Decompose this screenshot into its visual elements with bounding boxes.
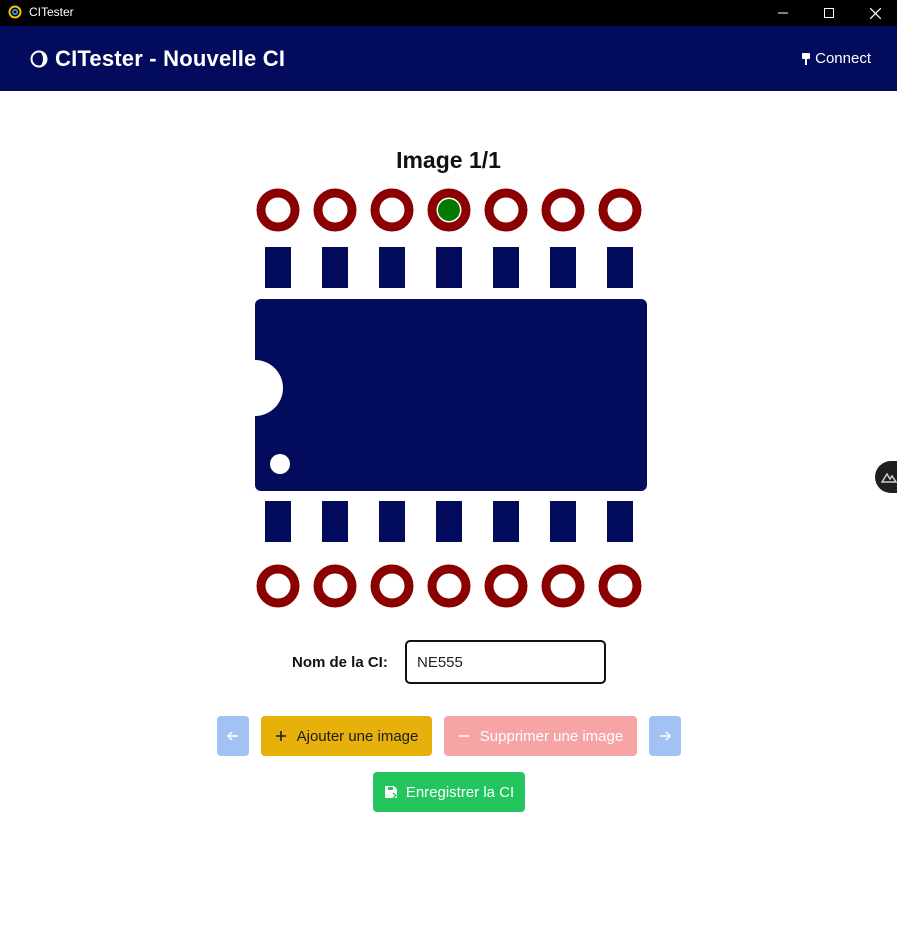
top-pin-pad-1[interactable] bbox=[256, 188, 300, 232]
close-button[interactable] bbox=[852, 0, 897, 26]
app-title: CITester - Nouvelle CI bbox=[55, 46, 286, 71]
delete-image-button[interactable]: Supprimer une image bbox=[444, 716, 637, 756]
next-image-button[interactable] bbox=[649, 716, 681, 756]
delete-image-label: Supprimer une image bbox=[479, 727, 624, 745]
top-pin-leg-3 bbox=[379, 247, 405, 288]
ic-chip-diagram bbox=[250, 188, 647, 608]
window-titlebar: CITester bbox=[0, 0, 897, 26]
selected-pin-marker bbox=[438, 199, 460, 221]
devtools-handle[interactable] bbox=[875, 461, 897, 493]
add-image-label: Ajouter une image bbox=[296, 727, 419, 745]
bottom-pin-leg-4 bbox=[436, 501, 462, 542]
app-header: CITester - Nouvelle CI Connect bbox=[0, 26, 897, 91]
save-ic-button[interactable]: Enregistrer la CI bbox=[373, 772, 525, 812]
image-counter-title: Image 1/1 bbox=[396, 147, 501, 173]
minimize-icon bbox=[778, 12, 788, 14]
bottom-pin-pad-6[interactable] bbox=[541, 564, 585, 608]
mountain-icon bbox=[881, 472, 897, 483]
bottom-pin-pad-4[interactable] bbox=[427, 564, 471, 608]
bottom-pin-pad-1[interactable] bbox=[256, 564, 300, 608]
bottom-pin-pad-7[interactable] bbox=[598, 564, 642, 608]
bottom-pin-leg-6 bbox=[550, 501, 576, 542]
save-icon bbox=[384, 786, 397, 799]
plus-icon bbox=[275, 731, 286, 741]
window-title: CITester bbox=[29, 5, 74, 19]
bottom-pin-leg-7 bbox=[607, 501, 633, 542]
plug-icon bbox=[802, 53, 811, 65]
top-pin-leg-2 bbox=[322, 247, 348, 288]
app-logo-icon bbox=[8, 5, 22, 19]
add-image-button[interactable]: Ajouter une image bbox=[261, 716, 432, 756]
moon-logo-icon bbox=[30, 50, 48, 68]
arrow-right-icon bbox=[660, 731, 671, 741]
bottom-pin-pad-2[interactable] bbox=[313, 564, 357, 608]
bottom-pin-leg-5 bbox=[493, 501, 519, 542]
top-pin-pad-2[interactable] bbox=[313, 188, 357, 232]
bottom-pin-leg-2 bbox=[322, 501, 348, 542]
previous-image-button[interactable] bbox=[217, 716, 249, 756]
bottom-pin-pad-3[interactable] bbox=[370, 564, 414, 608]
top-pin-leg-5 bbox=[493, 247, 519, 288]
top-pin-leg-1 bbox=[265, 247, 291, 288]
top-pin-pad-3[interactable] bbox=[370, 188, 414, 232]
top-pin-pad-7[interactable] bbox=[598, 188, 642, 232]
top-pin-leg-6 bbox=[550, 247, 576, 288]
pin1-marker bbox=[270, 454, 290, 474]
close-icon bbox=[869, 7, 881, 19]
save-ic-label: Enregistrer la CI bbox=[405, 783, 515, 801]
top-pin-leg-4 bbox=[436, 247, 462, 288]
top-pin-leg-7 bbox=[607, 247, 633, 288]
ic-name-label: Nom de la CI: bbox=[292, 654, 388, 671]
top-pin-pad-5[interactable] bbox=[484, 188, 528, 232]
bottom-pin-leg-1 bbox=[265, 501, 291, 542]
minus-icon bbox=[458, 735, 469, 737]
connect-label: Connect bbox=[815, 50, 871, 67]
bottom-pin-leg-3 bbox=[379, 501, 405, 542]
connect-button[interactable]: Connect bbox=[801, 50, 871, 68]
ic-name-input[interactable] bbox=[405, 640, 606, 684]
maximize-button[interactable] bbox=[806, 0, 852, 26]
chip-body bbox=[255, 299, 647, 491]
arrow-left-icon bbox=[227, 731, 238, 741]
top-pin-pad-6[interactable] bbox=[541, 188, 585, 232]
maximize-icon bbox=[824, 8, 834, 18]
bottom-pin-pad-5[interactable] bbox=[484, 564, 528, 608]
minimize-button[interactable] bbox=[760, 0, 806, 26]
